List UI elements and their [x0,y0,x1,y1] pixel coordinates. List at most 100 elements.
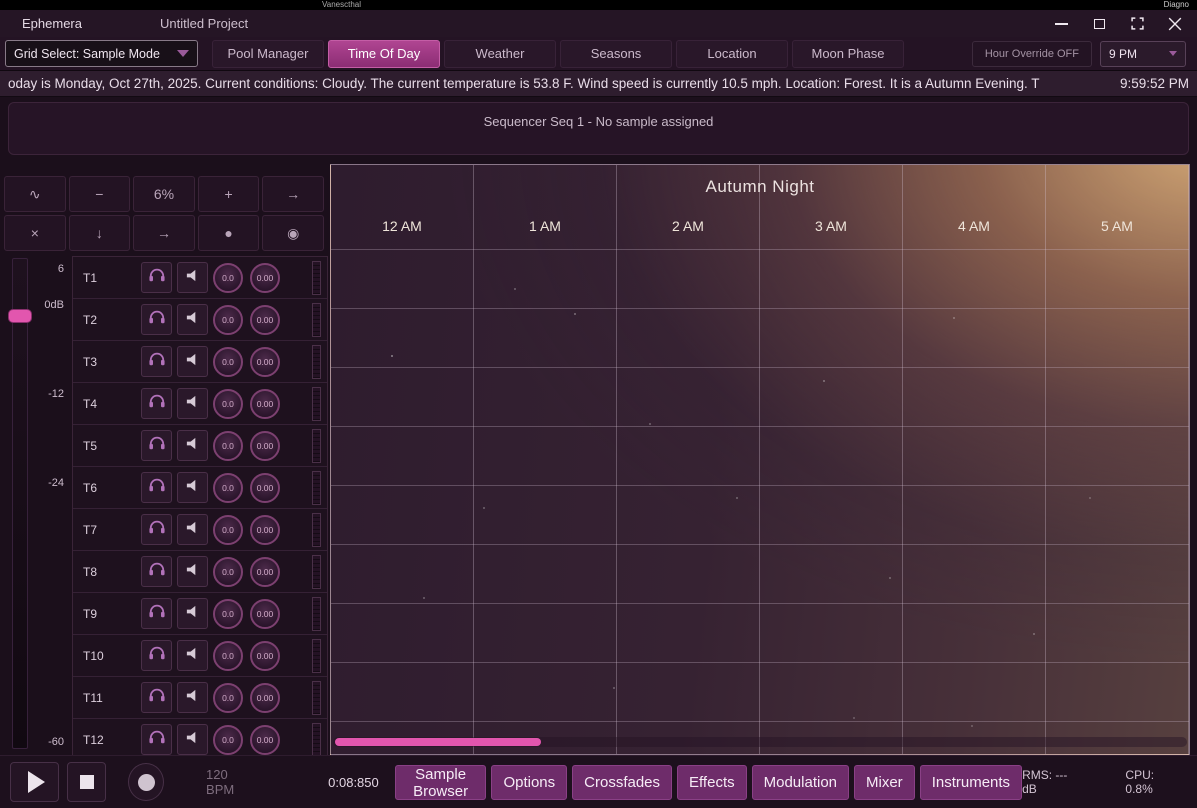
track-level-meter [312,387,321,421]
hour-select-dropdown[interactable]: 9 PM [1100,41,1186,67]
track-listen-button[interactable] [141,472,172,503]
track-knob-1[interactable]: 0.0 [213,389,243,419]
minimize-button[interactable] [1049,14,1073,34]
track-knob-2[interactable]: 0.00 [250,599,280,629]
play-button[interactable] [10,762,59,802]
crossfades-button[interactable]: Crossfades [572,765,672,800]
track-knob-1[interactable]: 0.0 [213,641,243,671]
track-listen-button[interactable] [141,640,172,671]
track-knob-2[interactable]: 0.00 [250,515,280,545]
arrow-forward-button[interactable]: → [133,215,195,251]
tab-moon-phase[interactable]: Moon Phase [792,40,904,68]
zoom-in-button[interactable]: + [198,176,260,212]
track-mute-button[interactable] [177,304,208,335]
tab-seasons[interactable]: Seasons [560,40,672,68]
track-knob-2[interactable]: 0.00 [250,305,280,335]
track-mute-button[interactable] [177,556,208,587]
track-mute-button[interactable] [177,262,208,293]
track-knob-2[interactable]: 0.00 [250,473,280,503]
clear-button[interactable]: × [4,215,66,251]
track-listen-button[interactable] [141,304,172,335]
track-mute-button[interactable] [177,514,208,545]
track-label: T11 [83,691,141,705]
arrow-down-button[interactable]: ↓ [69,215,131,251]
track-knob-2[interactable]: 0.00 [250,389,280,419]
tab-location[interactable]: Location [676,40,788,68]
track-knob-2[interactable]: 0.00 [250,641,280,671]
grid-select-dropdown[interactable]: Grid Select: Sample Mode [5,40,198,67]
maximize-button[interactable] [1087,14,1111,34]
arrow-right-button[interactable]: → [262,176,324,212]
hour-override-button[interactable]: Hour Override OFF [972,41,1092,67]
track-mute-button[interactable] [177,346,208,377]
hour-label: 5 AM [1046,218,1188,234]
tab-time-of-day[interactable]: Time Of Day [328,40,440,68]
track-knob-1[interactable]: 0.0 [213,305,243,335]
track-listen-button[interactable] [141,346,172,377]
track-listen-button[interactable] [141,262,172,293]
tab-pool-manager[interactable]: Pool Manager [212,40,324,68]
track-level-meter [312,555,321,589]
close-button[interactable] [1163,14,1187,34]
options-button[interactable]: Options [491,765,567,800]
circle-button[interactable]: ◉ [262,215,324,251]
track-listen-button[interactable] [141,724,172,755]
track-listen-button[interactable] [141,430,172,461]
headphones-icon [148,729,166,750]
fullscreen-icon [1131,17,1144,30]
sample-browser-button[interactable]: Sample Browser [395,765,487,800]
horizontal-scrollbar-thumb[interactable] [335,738,541,746]
track-knob-2[interactable]: 0.00 [250,431,280,461]
track-mute-button[interactable] [177,598,208,629]
track-list: T10.00.00T20.00.00T30.00.00T40.00.00T50.… [72,256,328,755]
master-volume-slider[interactable] [12,258,28,749]
modulation-button[interactable]: Modulation [752,765,849,800]
stop-button[interactable] [67,762,106,802]
volume-scale-label: 0dB [44,299,64,311]
hour-label: 12 AM [331,218,473,234]
track-knob-1[interactable]: 0.0 [213,515,243,545]
track-listen-button[interactable] [141,598,172,629]
instruments-button[interactable]: Instruments [920,765,1022,800]
track-row: T40.00.00 [73,383,327,425]
tab-weather[interactable]: Weather [444,40,556,68]
mixer-button[interactable]: Mixer [854,765,915,800]
track-knob-1[interactable]: 0.0 [213,683,243,713]
track-knob-2[interactable]: 0.00 [250,557,280,587]
track-listen-button[interactable] [141,514,172,545]
track-mute-button[interactable] [177,640,208,671]
dot-button[interactable]: ● [198,215,260,251]
track-knob-1[interactable]: 0.0 [213,263,243,293]
speaker-icon [185,478,200,498]
track-mute-button[interactable] [177,682,208,713]
track-listen-button[interactable] [141,556,172,587]
record-button[interactable] [128,763,164,801]
track-panel-body: 60dB-12-24-60 T10.00.00T20.00.00T30.00.0… [0,256,328,755]
track-mute-button[interactable] [177,430,208,461]
zoom-out-button[interactable]: − [69,176,131,212]
track-knob-2[interactable]: 0.00 [250,725,280,755]
track-level-meter [312,681,321,715]
track-row: T70.00.00 [73,509,327,551]
track-knob-2[interactable]: 0.00 [250,683,280,713]
track-mute-button[interactable] [177,472,208,503]
track-knob-1[interactable]: 0.0 [213,347,243,377]
wave-button[interactable]: ∿ [4,176,66,212]
track-knob-2[interactable]: 0.00 [250,263,280,293]
horizontal-scrollbar[interactable] [333,737,1187,747]
track-mute-button[interactable] [177,388,208,419]
track-mute-button[interactable] [177,724,208,755]
track-knob-1[interactable]: 0.0 [213,431,243,461]
time-of-day-grid[interactable]: 12 AM1 AM2 AM3 AM4 AM5 AM Autumn Night [330,164,1190,755]
fullscreen-button[interactable] [1125,14,1149,34]
track-knob-2[interactable]: 0.00 [250,347,280,377]
track-knob-1[interactable]: 0.0 [213,599,243,629]
effects-button[interactable]: Effects [677,765,747,800]
track-knob-1[interactable]: 0.0 [213,725,243,755]
zoom-level-value[interactable]: 6% [133,176,195,212]
master-volume-handle[interactable] [8,309,32,323]
track-listen-button[interactable] [141,682,172,713]
track-knob-1[interactable]: 0.0 [213,557,243,587]
track-listen-button[interactable] [141,388,172,419]
track-knob-1[interactable]: 0.0 [213,473,243,503]
